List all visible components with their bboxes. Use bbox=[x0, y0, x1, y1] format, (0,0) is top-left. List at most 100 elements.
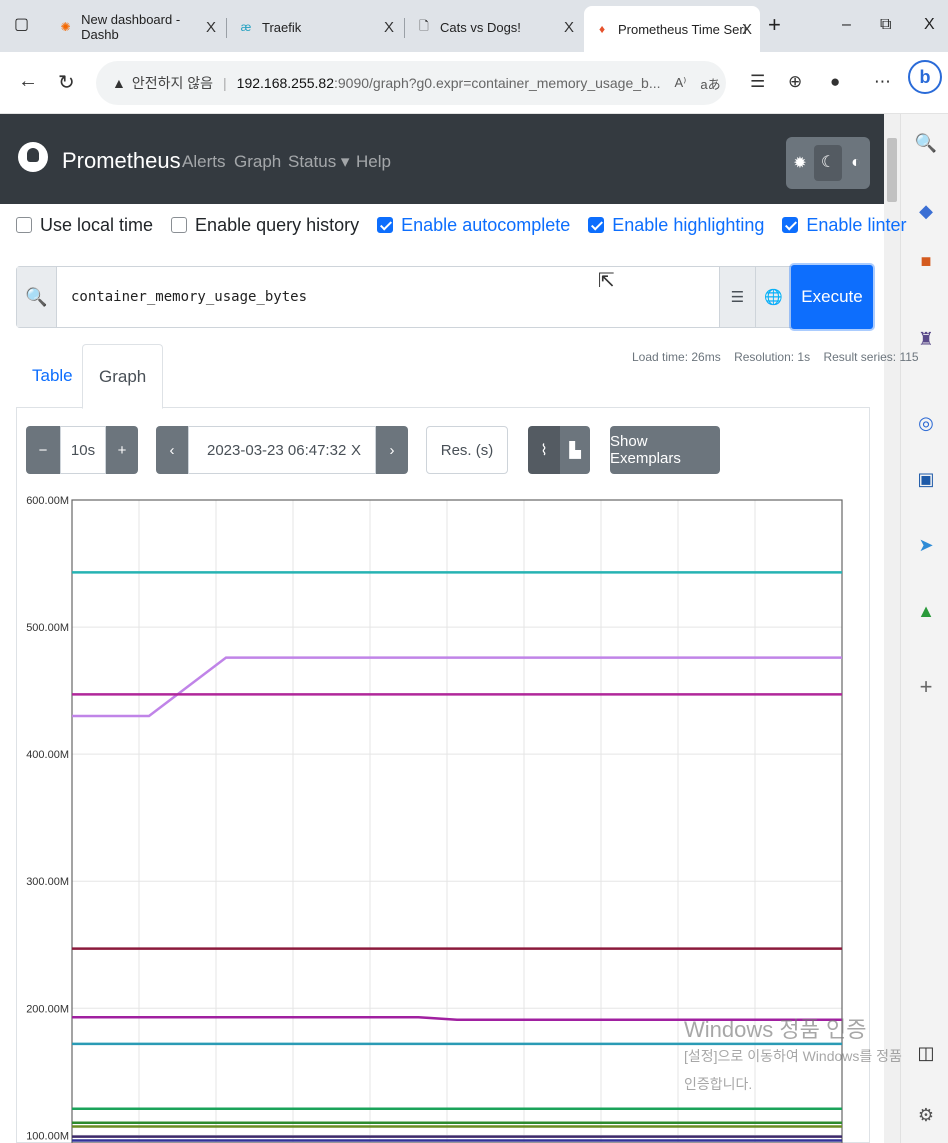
url-path: :9090/graph?g0.expr=container_memory_usa… bbox=[334, 75, 661, 91]
brand[interactable]: Prometheus bbox=[62, 148, 181, 174]
translate-icon[interactable]: aあ bbox=[700, 74, 720, 93]
refresh-icon[interactable]: ↻ bbox=[58, 70, 75, 95]
clear-icon[interactable]: X bbox=[351, 442, 361, 459]
checkbox[interactable] bbox=[782, 217, 799, 233]
y-tick-label: 500.00M bbox=[26, 622, 69, 634]
grafana-icon: ✺ bbox=[60, 20, 71, 34]
profile-avatar[interactable]: ● bbox=[830, 72, 840, 92]
collections-icon[interactable]: ⊕ bbox=[788, 72, 802, 92]
traefik-icon: æ bbox=[240, 20, 252, 34]
briefcase-icon[interactable]: ■ bbox=[915, 250, 937, 272]
expression-input-group: 🔍 container_memory_usage_bytes ☰ 🌐 Execu… bbox=[16, 265, 873, 329]
page-icon: 🗋 bbox=[419, 18, 429, 33]
read-aloud-icon[interactable]: A⁾ bbox=[675, 75, 687, 91]
light-theme-icon[interactable]: ✹ bbox=[786, 153, 814, 173]
metrics-explorer-icon[interactable]: 🌐 bbox=[755, 267, 791, 327]
theme-toggle-group: ✹ ☾ ◐ bbox=[786, 137, 870, 189]
close-icon[interactable]: X bbox=[742, 21, 752, 38]
end-time-forward-button[interactable]: › bbox=[376, 426, 408, 474]
close-window-icon[interactable]: X bbox=[924, 16, 935, 34]
url-host: 192.168.255.82 bbox=[236, 75, 334, 91]
option-autocomplete[interactable]: Enable autocomplete bbox=[377, 215, 570, 236]
favorites-list-icon[interactable]: ☰ bbox=[750, 72, 765, 92]
add-icon[interactable]: + bbox=[915, 674, 937, 699]
tab-title: Cats vs Dogs! bbox=[440, 19, 521, 35]
nav-graph[interactable]: Graph bbox=[234, 152, 281, 172]
restore-icon[interactable]: ⧉ bbox=[880, 16, 891, 34]
query-stats: Load time: 26ms Resolution: 1s Result se… bbox=[632, 350, 919, 364]
option-query-history[interactable]: Enable query history bbox=[171, 215, 359, 236]
option-linter[interactable]: Enable linter bbox=[782, 215, 906, 236]
y-tick-label: 300.00M bbox=[26, 876, 69, 888]
checkbox[interactable] bbox=[171, 217, 188, 233]
close-icon[interactable]: X bbox=[384, 19, 394, 36]
page-scrollbar[interactable] bbox=[884, 114, 900, 1143]
stacked-chart-icon[interactable]: ▙ bbox=[560, 426, 590, 474]
nav-alerts[interactable]: Alerts bbox=[182, 152, 225, 172]
result-series: Result series: 115 bbox=[823, 350, 919, 364]
option-highlighting[interactable]: Enable highlighting bbox=[588, 215, 764, 236]
tab-actions-icon[interactable]: ▢ bbox=[14, 14, 29, 34]
sidebar-toggle-icon[interactable]: ◫ bbox=[915, 1042, 937, 1064]
checkbox[interactable] bbox=[588, 217, 605, 233]
checkbox[interactable] bbox=[377, 217, 394, 233]
new-tab-icon[interactable]: + bbox=[768, 12, 781, 38]
tab-graph[interactable]: Graph bbox=[82, 344, 164, 409]
y-tick-label: 400.00M bbox=[26, 749, 69, 761]
y-tick-label: 100.00M bbox=[26, 1130, 69, 1142]
nav-status[interactable]: Status ▾ bbox=[288, 152, 349, 172]
settings-gear-icon[interactable]: ⚙ bbox=[915, 1104, 937, 1126]
range-decrease-button[interactable]: − bbox=[26, 426, 60, 474]
windows-activation-watermark: Windows 정품 인증 bbox=[684, 1017, 867, 1042]
tab-title: New dashboard - Dashb bbox=[81, 12, 181, 42]
end-time-value: 2023-03-23 06:47:32 bbox=[207, 441, 347, 459]
mouse-cursor-icon: ⇱ bbox=[598, 270, 615, 292]
resolution-input[interactable]: Res. (s) bbox=[426, 426, 508, 474]
minimize-icon[interactable]: – bbox=[842, 16, 851, 34]
windows-activation-line2: [설정]으로 이동하여 Windows를 정품 bbox=[684, 1048, 902, 1064]
address-bar-row: ← ↻ ▲ 안전하지 않음 | 192.168.255.82 :9090/gra… bbox=[0, 52, 948, 114]
warning-icon: ▲ bbox=[112, 75, 126, 91]
execute-button[interactable]: Execute bbox=[791, 265, 873, 329]
browser-tab-traefik[interactable]: æ Traefik X bbox=[228, 8, 402, 46]
show-exemplars-button[interactable]: Show Exemplars bbox=[610, 426, 720, 474]
browser-tab-prometheus[interactable]: ♦ Prometheus Time Series X bbox=[584, 6, 760, 52]
browser-tab-grafana[interactable]: ✺ New dashboard - Dashb X bbox=[48, 8, 224, 46]
back-icon[interactable]: ← bbox=[18, 70, 38, 93]
dark-theme-icon[interactable]: ☾ bbox=[814, 145, 842, 181]
outlook-icon[interactable]: ▣ bbox=[915, 468, 937, 490]
load-time: Load time: 26ms bbox=[632, 350, 721, 364]
range-increase-button[interactable]: + bbox=[106, 426, 138, 474]
browser-tab-cats-vs-dogs[interactable]: 🗋 Cats vs Dogs! X bbox=[406, 8, 582, 46]
url-field[interactable]: ▲ 안전하지 않음 | 192.168.255.82 :9090/graph?g… bbox=[96, 61, 726, 105]
tree-icon[interactable]: ▲ bbox=[915, 600, 937, 622]
nav-help[interactable]: Help bbox=[356, 152, 391, 172]
close-icon[interactable]: X bbox=[206, 19, 216, 36]
windows-activation-line3: 인증합니다. bbox=[684, 1076, 753, 1092]
browser-tab-bar: ▢ ✺ New dashboard - Dashb X æ Traefik X … bbox=[0, 0, 948, 52]
games-icon[interactable]: ♜ bbox=[915, 328, 937, 350]
end-time-back-button[interactable]: ‹ bbox=[156, 426, 188, 474]
option-local-time[interactable]: Use local time bbox=[16, 215, 153, 236]
more-menu-icon[interactable]: ⋯ bbox=[874, 72, 891, 92]
prometheus-logo[interactable] bbox=[18, 142, 48, 172]
checkbox[interactable] bbox=[16, 217, 32, 233]
search-icon[interactable]: 🔍 bbox=[915, 132, 937, 154]
close-icon[interactable]: X bbox=[564, 19, 574, 36]
edge-sidebar: 🔍 ◆ ■ ♜ ◎ ▣ ➤ ▲ + ◫ ⚙ bbox=[900, 114, 948, 1143]
security-label[interactable]: 안전하지 않음 bbox=[132, 73, 213, 93]
y-tick-label: 600.00M bbox=[26, 495, 69, 507]
auto-theme-icon[interactable]: ◐ bbox=[842, 154, 870, 172]
microsoft365-icon[interactable]: ◎ bbox=[915, 412, 937, 434]
end-time-input[interactable]: 2023-03-23 06:47:32 X bbox=[188, 426, 376, 474]
line-chart-icon[interactable]: ⌇ bbox=[528, 426, 560, 474]
resolution: Resolution: 1s bbox=[734, 350, 811, 364]
format-expression-icon[interactable]: ☰ bbox=[719, 267, 755, 327]
expression-input[interactable]: container_memory_usage_bytes bbox=[71, 289, 307, 305]
send-icon[interactable]: ➤ bbox=[915, 534, 937, 556]
prometheus-icon: ♦ bbox=[598, 22, 606, 36]
tab-table[interactable]: Table bbox=[16, 344, 89, 408]
range-input[interactable]: 10s bbox=[60, 426, 106, 474]
query-options: Use local time Enable query history Enab… bbox=[16, 210, 924, 240]
bing-chat-icon[interactable]: b bbox=[908, 60, 942, 94]
